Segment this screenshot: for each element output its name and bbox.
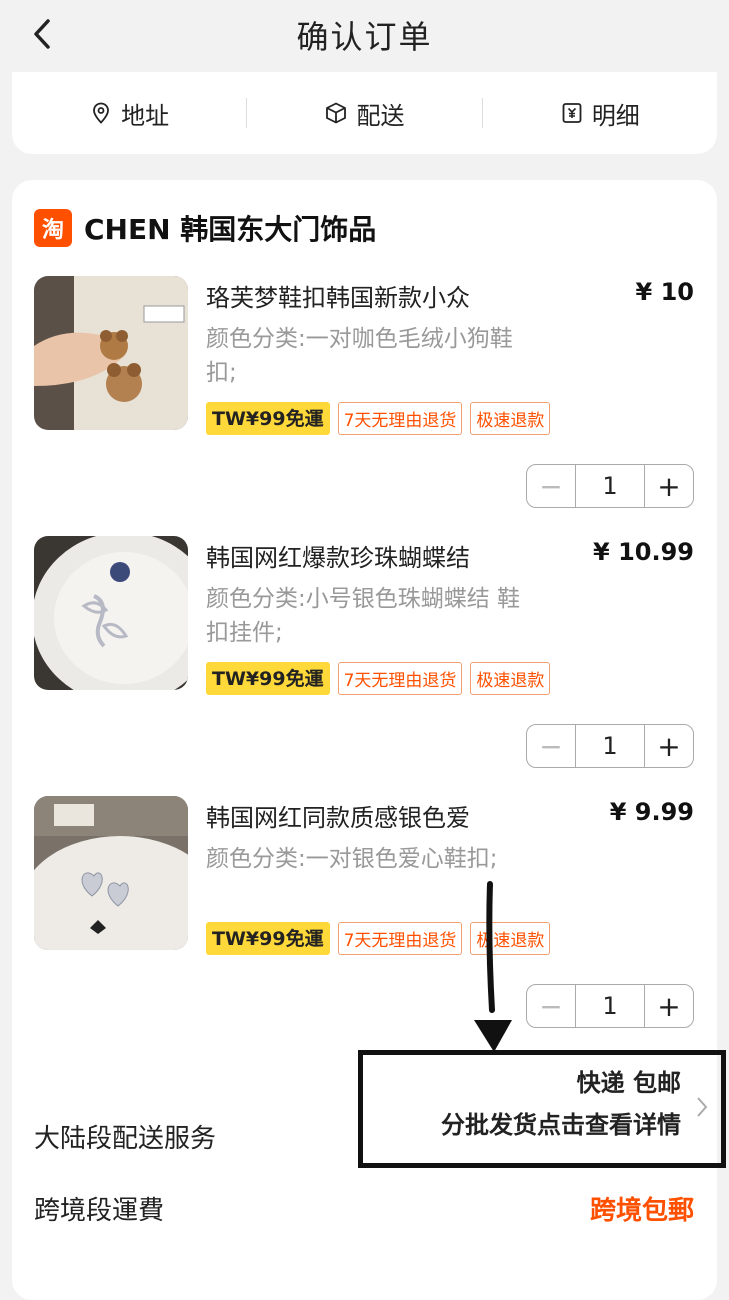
product-title[interactable]: 韩国网红爆款珍珠蝴蝶结 (206, 538, 470, 573)
order-item: 韩国网红同款质感银色爱 ¥ 9.99 颜色分类:一对银色爱心鞋扣; TW¥99免… (34, 796, 694, 1036)
product-price: ¥ 10 (635, 278, 694, 306)
shop-name: CHEN 韩国东大门饰品 (84, 213, 377, 246)
tag-list: TW¥99免運 7天无理由退货 极速退款 (206, 402, 551, 435)
decrease-button[interactable]: − (527, 465, 575, 507)
tag-list: TW¥99免運 7天无理由退货 极速退款 (206, 662, 551, 695)
product-spec: 颜色分类:一对咖色毛绒小狗鞋扣; (206, 326, 513, 386)
delivery-method: 快递 包邮 (576, 1069, 681, 1097)
page-title: 确认订单 (296, 18, 433, 56)
decrease-button[interactable]: − (527, 985, 575, 1027)
step-tabs: 地址 配送 明细 (12, 72, 717, 154)
product-spec: 颜色分类:小号银色珠蝴蝶结 鞋扣挂件; (206, 586, 521, 646)
increase-button[interactable]: + (645, 725, 693, 767)
return-tag: 7天无理由退货 (337, 922, 463, 955)
batch-shipping-link[interactable]: 分批发货点击查看详情 (441, 1105, 681, 1140)
increase-button[interactable]: + (645, 985, 693, 1027)
quantity-stepper: − 1 + (526, 984, 694, 1028)
annotation-arrow-icon (474, 881, 512, 1052)
quantity-stepper: − 1 + (526, 724, 694, 768)
location-icon (93, 102, 110, 124)
taobao-logo-icon: 淘 (34, 209, 72, 247)
tab-delivery-label: 配送 (356, 101, 405, 130)
tab-delivery[interactable]: 配送 (247, 93, 481, 133)
product-price: ¥ 9.99 (609, 798, 694, 826)
quantity-value[interactable]: 1 (575, 985, 645, 1027)
product-spec: 颜色分类:一对银色爱心鞋扣; (206, 846, 498, 872)
quantity-value[interactable]: 1 (575, 725, 645, 767)
product-image[interactable] (34, 276, 188, 430)
product-image[interactable] (34, 536, 188, 690)
order-item: 韩国网红爆款珍珠蝴蝶结 ¥ 10.99 颜色分类:小号银色珠蝴蝶结 鞋扣挂件; … (34, 536, 694, 776)
top-bar: 确认订单 (0, 0, 729, 70)
return-tag: 7天无理由退货 (337, 402, 463, 435)
cross-border-value: 跨境包郵 (589, 1196, 694, 1226)
shop-header[interactable]: 淘 CHEN 韩国东大门饰品 (34, 208, 376, 248)
highlight-box: 快递 包邮 分批发货点击查看详情 (358, 1050, 726, 1168)
refund-tag: 极速退款 (470, 402, 551, 435)
domestic-delivery-row[interactable]: 大陆段配送服务 快递 包邮 分批发货点击查看详情 (34, 1050, 726, 1178)
product-title[interactable]: 珞芙梦鞋扣韩国新款小众 (206, 278, 470, 313)
product-price: ¥ 10.99 (593, 538, 694, 566)
cross-border-shipping-row: 跨境段運費 跨境包郵 (34, 1190, 694, 1227)
package-icon (326, 102, 347, 124)
quantity-value[interactable]: 1 (575, 465, 645, 507)
yen-receipt-icon (562, 103, 582, 123)
chevron-right-icon (697, 1097, 708, 1117)
product-image[interactable] (34, 796, 188, 950)
product-title[interactable]: 韩国网红同款质感银色爱 (206, 798, 470, 833)
refund-tag: 极速退款 (470, 662, 551, 695)
free-shipping-tag: TW¥99免運 (206, 922, 330, 955)
shop-card: 淘 CHEN 韩国东大门饰品 珞芙梦鞋扣韩国新款小众 ¥ 10 颜色分类:一对咖… (12, 180, 726, 1300)
return-tag: 7天无理由退货 (337, 662, 463, 695)
free-shipping-tag: TW¥99免運 (206, 402, 330, 435)
order-item: 珞芙梦鞋扣韩国新款小众 ¥ 10 颜色分类:一对咖色毛绒小狗鞋扣; TW¥99免… (34, 276, 694, 516)
tab-address[interactable]: 地址 (12, 93, 246, 133)
tab-address-label: 地址 (121, 101, 170, 130)
service-label: 大陆段配送服务 (34, 1124, 217, 1154)
decrease-button[interactable]: − (527, 725, 575, 767)
increase-button[interactable]: + (645, 465, 693, 507)
free-shipping-tag: TW¥99免運 (206, 662, 330, 695)
tab-details[interactable]: 明细 (483, 93, 717, 133)
tab-details-label: 明细 (591, 101, 640, 130)
quantity-stepper: − 1 + (526, 464, 694, 508)
